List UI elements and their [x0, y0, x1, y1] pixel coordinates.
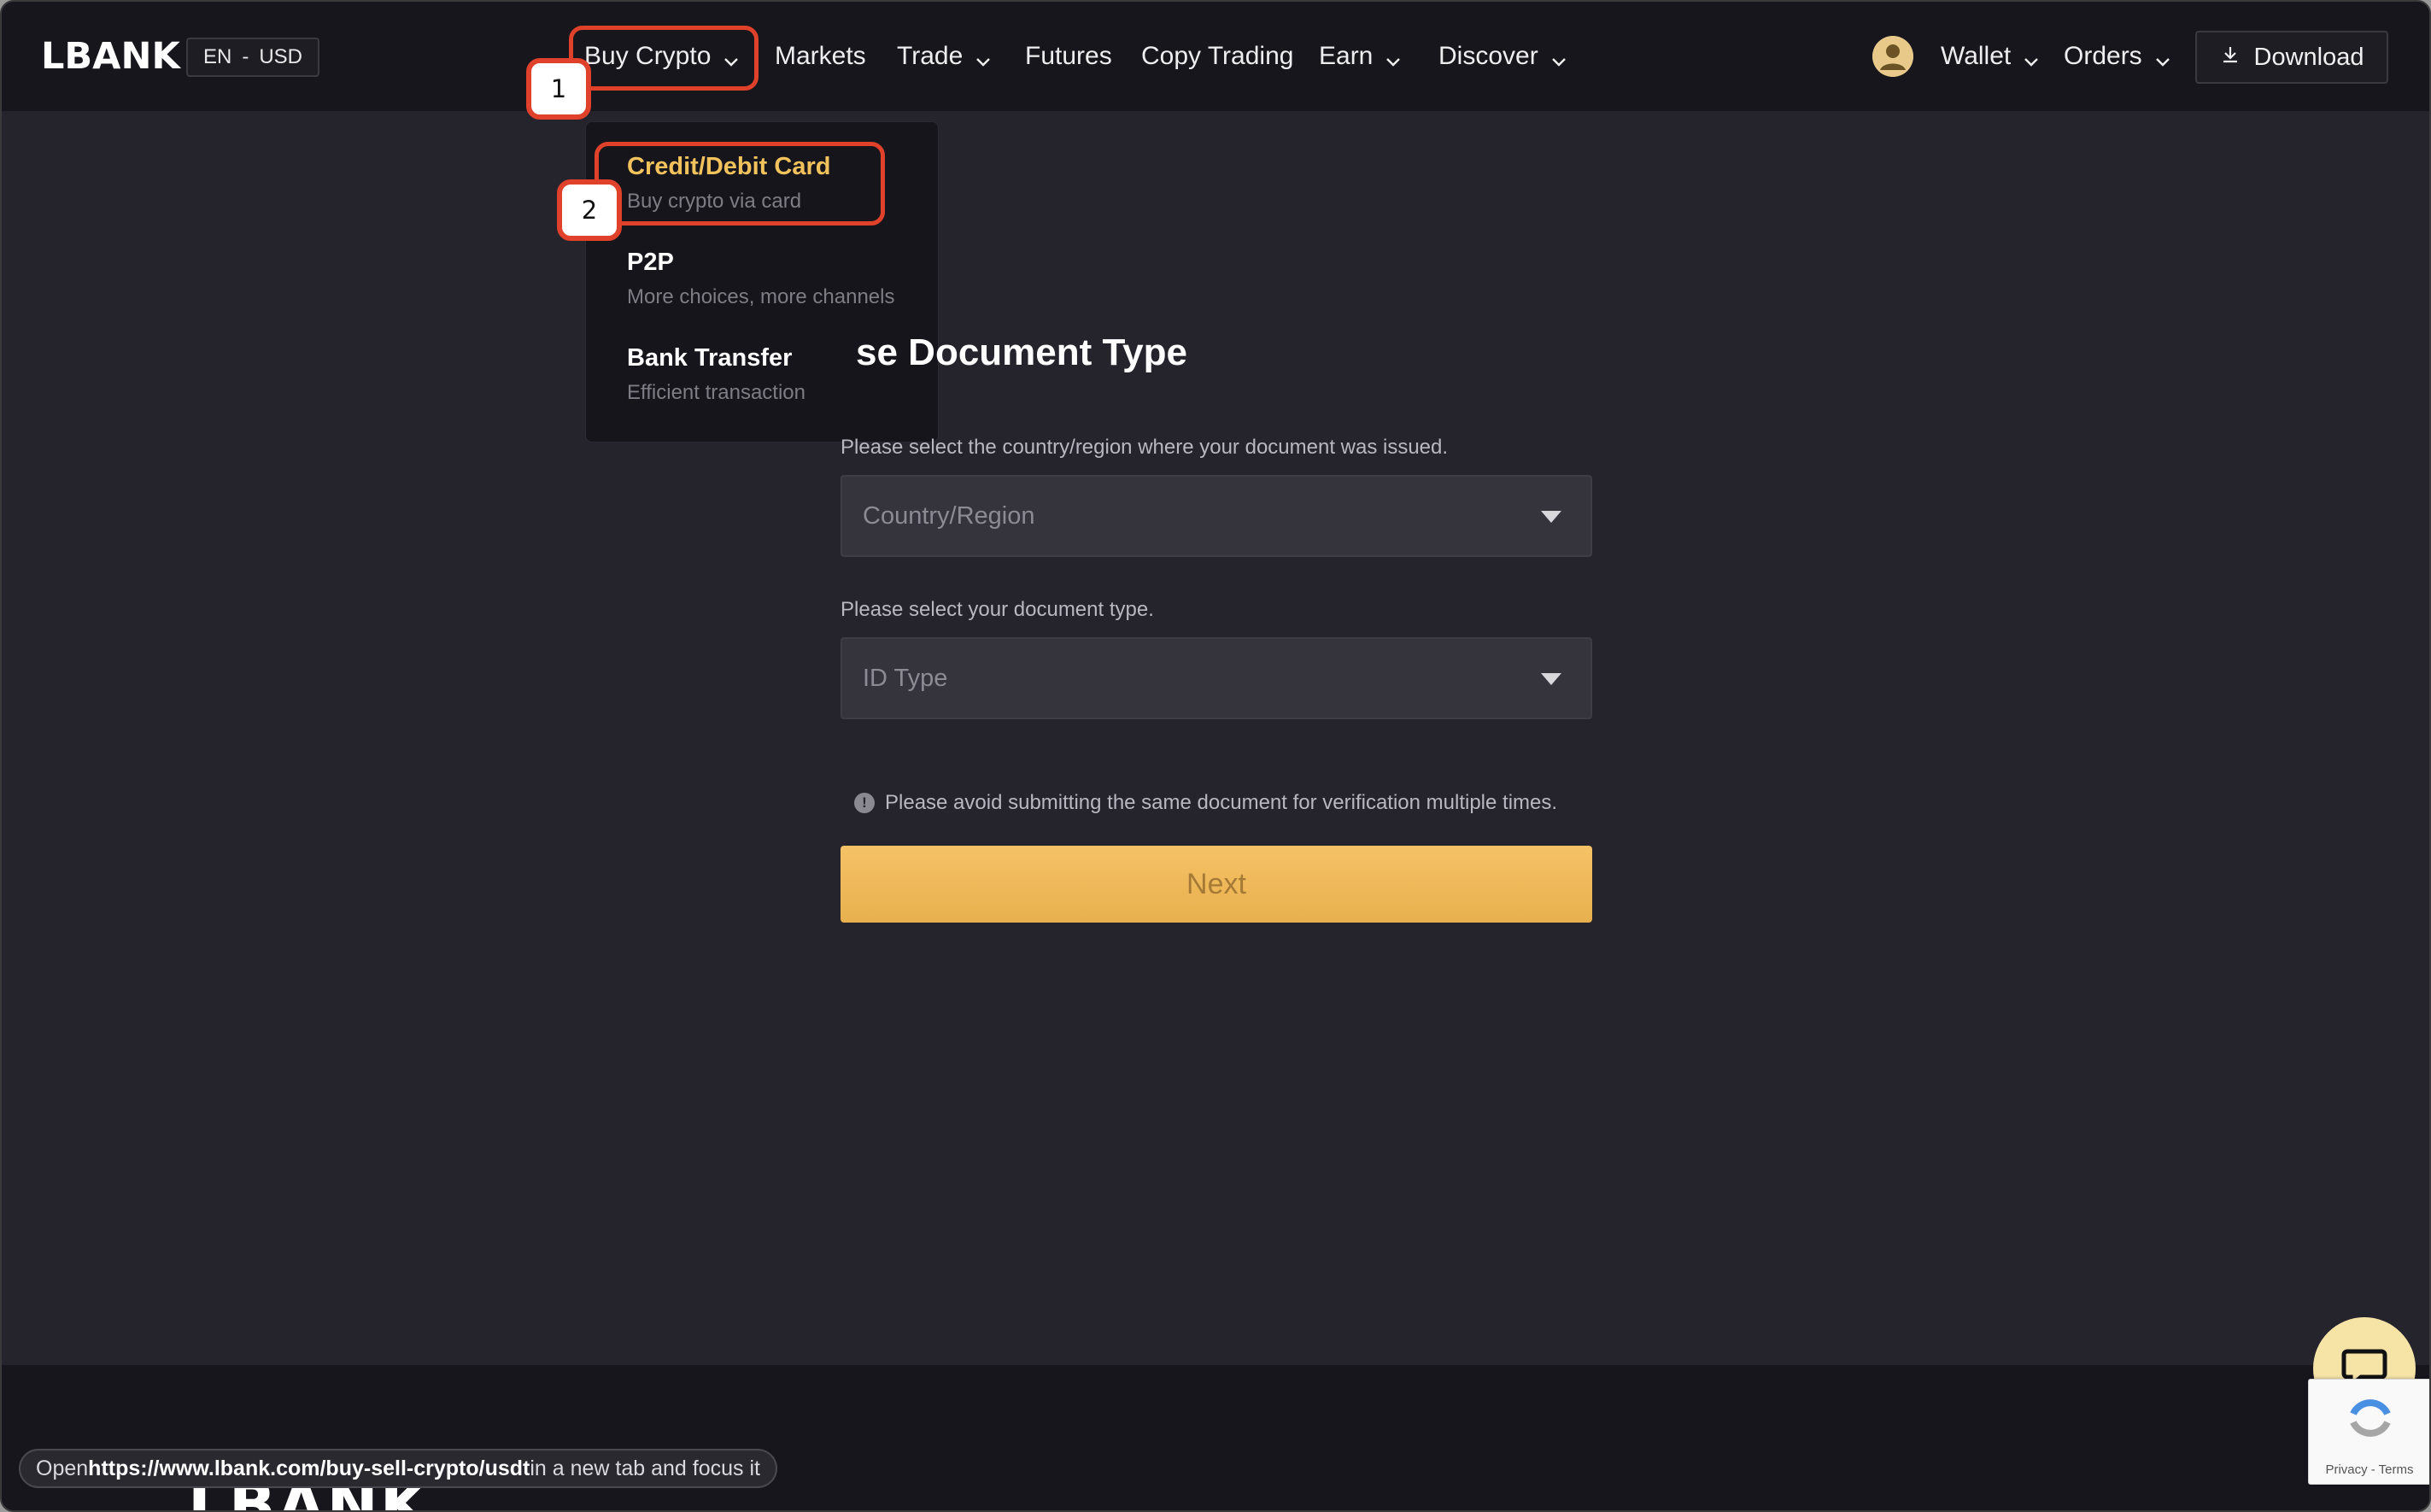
dropdown-item-bank-transfer[interactable]: Bank Transfer Efficient transaction: [627, 344, 805, 405]
dropdown-item-subtitle: More choices, more channels: [627, 285, 895, 308]
recaptcha-badge[interactable]: Privacy - Terms: [2308, 1379, 2429, 1485]
verification-notice: ! Please avoid submitting the same docum…: [854, 791, 1557, 815]
chevron-down-icon: [1385, 48, 1402, 67]
language-currency-selector[interactable]: EN - USD: [186, 38, 320, 77]
nav-trade-label: Trade: [897, 42, 964, 70]
country-region-select[interactable]: Country/Region: [841, 475, 1592, 557]
recaptcha-terms-link[interactable]: Privacy - Terms: [2309, 1462, 2429, 1477]
dropdown-item-subtitle: Buy crypto via card: [627, 190, 802, 213]
nav-markets-label: Markets: [775, 42, 866, 70]
id-type-select[interactable]: ID Type: [841, 637, 1592, 719]
lbank-logo[interactable]: LBANK: [41, 34, 180, 79]
browser-status-bar: Open https://www.lbank.com/buy-sell-cryp…: [19, 1449, 777, 1488]
language-label: EN: [203, 45, 232, 68]
dropdown-item-title: Bank Transfer: [627, 344, 793, 372]
document-type-label: Please select your document type.: [841, 598, 1154, 621]
caret-down-icon: [1541, 511, 1561, 523]
info-icon: !: [854, 793, 875, 813]
browser-window: LBANK EN - USD Buy Crypto Markets Trade …: [0, 0, 2431, 1512]
id-type-placeholder: ID Type: [863, 664, 948, 692]
nav-earn-label: Earn: [1319, 42, 1374, 70]
nav-trade[interactable]: Trade: [897, 32, 992, 80]
nav-orders[interactable]: Orders: [2064, 32, 2171, 80]
step-badge-1: 1: [526, 58, 591, 120]
chevron-down-icon: [723, 48, 740, 67]
top-navbar: LBANK EN - USD Buy Crypto Markets Trade …: [2, 2, 2429, 111]
separator: -: [242, 45, 249, 68]
dropdown-item-subtitle: Efficient transaction: [627, 381, 806, 404]
download-button[interactable]: Download: [2195, 31, 2388, 84]
dropdown-item-credit-debit-card[interactable]: Credit/Debit Card Buy crypto via card: [627, 153, 830, 214]
nav-discover[interactable]: Discover: [1438, 32, 1567, 80]
user-avatar-icon[interactable]: [1872, 36, 1913, 77]
step-badge-2: 2: [557, 179, 622, 241]
chevron-down-icon: [2023, 48, 2040, 67]
status-prefix: Open: [36, 1456, 89, 1480]
status-suffix: in a new tab and focus it: [530, 1456, 760, 1480]
chevron-down-icon: [1550, 48, 1567, 67]
dropdown-item-title: Credit/Debit Card: [627, 153, 831, 180]
country-label: Please select the country/region where y…: [841, 436, 1449, 459]
notice-text: Please avoid submitting the same documen…: [885, 791, 1558, 814]
nav-copy-trading[interactable]: Copy Trading: [1141, 32, 1293, 80]
chevron-down-icon: [975, 48, 992, 67]
caret-down-icon: [1541, 673, 1561, 685]
nav-futures-label: Futures: [1025, 42, 1112, 70]
nav-earn[interactable]: Earn: [1319, 32, 1402, 80]
page-title: se Document Type: [856, 331, 1187, 373]
chevron-down-icon: [2154, 48, 2171, 67]
currency-label: USD: [259, 45, 303, 68]
status-url: https://www.lbank.com/buy-sell-crypto/us…: [88, 1456, 530, 1480]
nav-wallet-label: Wallet: [1941, 42, 2012, 70]
nav-copy-trading-label: Copy Trading: [1141, 42, 1294, 70]
dropdown-item-p2p[interactable]: P2P More choices, more channels: [627, 249, 894, 309]
download-icon: [2220, 44, 2241, 72]
buy-crypto-dropdown: Credit/Debit Card Buy crypto via card P2…: [585, 121, 939, 442]
nav-buy-crypto[interactable]: Buy Crypto: [584, 32, 740, 80]
recaptcha-icon: [2309, 1399, 2429, 1460]
nav-discover-label: Discover: [1438, 42, 1538, 70]
nav-futures[interactable]: Futures: [1025, 32, 1112, 80]
next-button[interactable]: Next: [841, 846, 1592, 923]
nav-orders-label: Orders: [2064, 42, 2142, 70]
download-label: Download: [2253, 43, 2364, 71]
country-placeholder: Country/Region: [863, 501, 1035, 530]
nav-buy-crypto-label: Buy Crypto: [584, 42, 712, 70]
nav-markets[interactable]: Markets: [775, 32, 866, 80]
nav-wallet[interactable]: Wallet: [1941, 32, 2040, 80]
dropdown-item-title: P2P: [627, 249, 674, 276]
